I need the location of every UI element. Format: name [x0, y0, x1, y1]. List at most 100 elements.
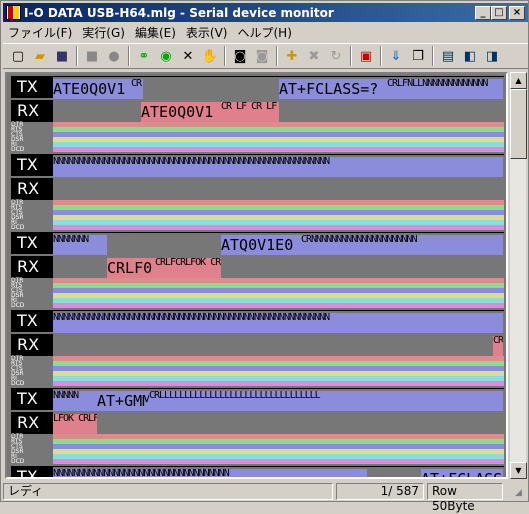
scroll-thumb[interactable] — [510, 89, 527, 159]
tx-row[interactable]: NNNNNNNNNNNNNNNNNNNNNNNNNNNNNNNNNNNNNNNN… — [53, 310, 504, 333]
tx-segment: NNNNNNNNNNNNNNNNNNNNNNNNNNNNNNNNNNNNNNNN… — [53, 313, 503, 333]
window-icon[interactable]: ❐ — [407, 45, 429, 67]
tx-segment: CRNNNNNNNNNNNNNNNNNNNNN — [301, 235, 503, 255]
io-data-app-icon[interactable] — [6, 5, 21, 20]
menu-edit[interactable]: 編集(E) — [130, 24, 181, 41]
rx-row[interactable]: CR — [53, 334, 504, 356]
tx-row[interactable]: ATE0Q0V1 CR AT+FCLASS=? CRLFNLLNNNNNNNNNNNN… — [53, 76, 504, 99]
vertical-scrollbar[interactable]: ▲ ▼ — [509, 72, 527, 479]
tx-segment: AT+FCLASS=? — [279, 79, 387, 99]
save-icon[interactable]: ■ — [51, 45, 73, 67]
rx-segment: ATE0Q0V1 — [141, 102, 221, 122]
title-bar[interactable]: I-O DATA USB-H64.mlg - Serial device mon… — [3, 3, 528, 22]
monitor-view[interactable]: TX ATE0Q0V1 CR AT+FCLASS=? CRLFNLLNNNNNNNNNN… — [5, 72, 508, 479]
open-folder-icon[interactable]: ▰ — [29, 45, 51, 67]
separator — [276, 46, 278, 66]
signal-label: DCD — [11, 302, 25, 309]
tx-row[interactable]: NNNNNNNNNNNNNNNNNNNNNNNNNNNNNNNNNNNNNNNN… — [53, 154, 504, 177]
tx-segment: NNNNN — [53, 391, 97, 411]
status-text: レディ — [3, 483, 333, 500]
tx-label: TX — [11, 154, 53, 176]
signal-bar — [53, 147, 504, 152]
signal-label: DCD — [11, 146, 25, 153]
separator — [380, 46, 382, 66]
tx-row[interactable]: NNNNN AT+GMM CRLLLLLLLLLLLLLLLLLLLLLLLLLLL… — [53, 388, 504, 411]
rotate-icon[interactable]: ↻ — [325, 45, 347, 67]
tx-segment: ATE0Q0V1 — [53, 79, 131, 99]
menu-bar: ファイル(F) 実行(G) 編集(E) 表示(V) ヘルプ(H) — [3, 23, 528, 41]
window-title: I-O DATA USB-H64.mlg - Serial device mon… — [24, 5, 334, 20]
rx-label: RX — [11, 256, 53, 278]
binoculars-icon[interactable]: ◙ — [229, 45, 251, 67]
tx-label: TX — [11, 388, 53, 410]
toolbar: ▢ ▰ ■ ■ ● ⚭ ◉ ✕ ✋ ◙ ◙ ✚ ✖ ↻ ▣ ⇓ ❐ ▤ ◧ ◨ — [3, 43, 528, 69]
rx-label: RX — [11, 178, 53, 200]
menu-run[interactable]: 実行(G) — [77, 24, 130, 41]
new-file-icon[interactable]: ▢ — [7, 45, 29, 67]
signal-bar — [53, 459, 504, 464]
tx-segment: NNNNNNN — [53, 235, 107, 255]
signal-label: DCD — [11, 224, 25, 231]
rx-segment: CR LF CR LF OK CR LF — [221, 102, 279, 122]
tx-segment: CRLLLLLLLLLLLLLLLLLLLLLLLLLLLLLLLL — [149, 391, 503, 411]
status-row: Row 50Byte — [427, 483, 503, 513]
signal-bar — [53, 303, 504, 308]
hand-icon[interactable]: ✋ — [199, 45, 221, 67]
pdf-icon[interactable]: ▣ — [355, 45, 377, 67]
stop-icon[interactable]: ■ — [81, 45, 103, 67]
tx-row[interactable]: NNNNNNN ATQ0V1E0 CRNNNNNNNNNNNNNNNNNNNNN — [53, 232, 504, 255]
tx-segment: NNNNNNNNNNNNNNNNNNNNNNNNNNNNNNNNNNN — [53, 469, 367, 477]
tools-icon[interactable]: ✕ — [177, 45, 199, 67]
close-button[interactable]: × — [509, 6, 525, 20]
rx-segment: CRLF0,1 — [107, 258, 155, 278]
separator — [432, 46, 434, 66]
zoom-in-icon[interactable]: ✚ — [281, 45, 303, 67]
link-icon[interactable]: ⚭ — [133, 45, 155, 67]
rx-row[interactable]: LFOK CRLF — [53, 412, 504, 434]
tx-label: TX — [11, 76, 53, 98]
tx-segment: ATQ0V1E0 — [221, 235, 301, 255]
separator — [350, 46, 352, 66]
rx-label: RX — [11, 100, 53, 122]
record-icon[interactable]: ● — [103, 45, 125, 67]
tx-label: TX — [11, 232, 53, 254]
menu-help[interactable]: ヘルプ(H) — [232, 24, 296, 41]
separator — [128, 46, 130, 66]
tx-row[interactable]: NNNNNNNNNNNNNNNNNNNNNNNNNNNNNNNNNNN AT+FC… — [53, 466, 504, 477]
panel1-icon[interactable]: ▤ — [437, 45, 459, 67]
panel3-icon[interactable]: ◨ — [481, 45, 503, 67]
signal-label: DCD — [11, 380, 25, 387]
binoculars-find-icon[interactable]: ◙ — [251, 45, 273, 67]
panel2-icon[interactable]: ◧ — [459, 45, 481, 67]
menu-view[interactable]: 表示(V) — [181, 24, 233, 41]
rx-segment: LFOK CRLF — [53, 414, 97, 434]
new-badge-icon[interactable]: ⇓ — [385, 45, 407, 67]
scroll-up-button[interactable]: ▲ — [510, 72, 527, 89]
status-page: 1/ 587 — [336, 483, 424, 500]
eye-icon[interactable]: ◉ — [155, 45, 177, 67]
rx-row[interactable]: CRLF0,1CRLFCRLFOK CRLF — [53, 256, 504, 278]
rx-row[interactable]: ATE0Q0V1CR LF CR LF OK CR LF — [53, 100, 504, 122]
separator — [224, 46, 226, 66]
signal-bar — [53, 381, 504, 386]
tx-segment: CR — [131, 79, 143, 99]
maximize-button[interactable]: □ — [491, 6, 507, 20]
tx-segment: AT+GMM — [97, 391, 149, 411]
resize-grip-icon[interactable]: ◢ — [515, 488, 522, 498]
minimize-button[interactable]: _ — [475, 6, 491, 20]
zoom-out-icon[interactable]: ✖ — [303, 45, 325, 67]
tx-label: TX — [11, 466, 53, 477]
tx-segment: AT+FCLASS — [421, 469, 503, 477]
separator — [76, 46, 78, 66]
rx-label: RX — [11, 334, 53, 356]
status-bar: レディ 1/ 587 Row 50Byte ◢ — [3, 482, 528, 513]
app-window: I-O DATA USB-H64.mlg - Serial device mon… — [0, 0, 529, 513]
rx-label: RX — [11, 412, 53, 434]
menu-file[interactable]: ファイル(F) — [3, 24, 77, 41]
rx-row[interactable] — [53, 178, 504, 200]
tx-segment: CRLFNLLNNNNNNNNNNNNN — [387, 79, 503, 99]
signal-label: DCD — [11, 458, 25, 465]
tx-segment: NNNNNNNNNNNNNNNNNNNNNNNNNNNNNNNNNNNNNNNN… — [53, 157, 503, 177]
rx-segment: CR — [493, 336, 503, 356]
scroll-down-button[interactable]: ▼ — [510, 462, 527, 479]
